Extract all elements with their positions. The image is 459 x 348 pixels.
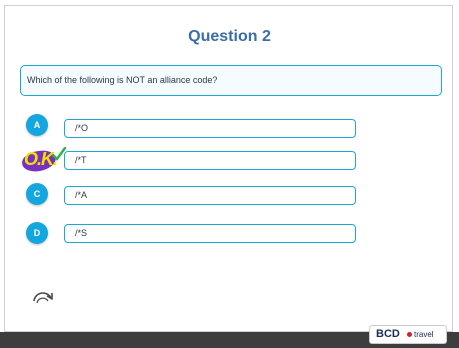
option-b-text: /*T: [75, 155, 87, 165]
logo-dot-icon: [407, 332, 412, 337]
bcd-travel-logo: BCD travel: [369, 325, 447, 344]
logo-suffix: travel: [414, 330, 434, 339]
option-d-letter[interactable]: D: [26, 222, 48, 244]
option-b-button[interactable]: /*T: [64, 151, 356, 170]
logo-brand: BCD: [376, 328, 400, 340]
replay-icon[interactable]: [30, 287, 56, 307]
quiz-slide: Question 2 Which of the following is NOT…: [0, 0, 459, 348]
option-c-text: /*A: [75, 190, 88, 200]
question-box: Which of the following is NOT an allianc…: [20, 65, 442, 96]
option-c-letter[interactable]: C: [26, 183, 48, 205]
option-c-button[interactable]: /*A: [64, 186, 356, 205]
option-a-button[interactable]: /*O: [64, 119, 356, 138]
question-title: Question 2: [188, 28, 271, 45]
option-d-text: /*S: [75, 228, 88, 238]
question-text: Which of the following is NOT an allianc…: [27, 75, 218, 85]
ok-stamp-icon: O.K.: [20, 147, 66, 174]
option-a-letter[interactable]: A: [26, 114, 48, 136]
option-d-button[interactable]: /*S: [64, 224, 356, 243]
option-a-text: /*O: [75, 123, 89, 133]
